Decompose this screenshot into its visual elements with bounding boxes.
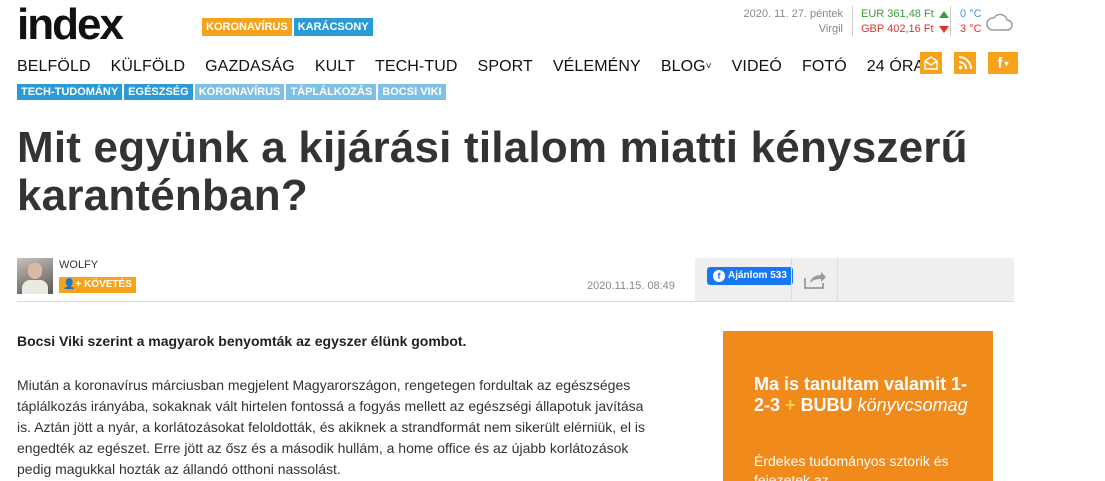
nav-tech-tud[interactable]: TECH-TUD bbox=[375, 56, 458, 78]
nav-blog[interactable]: BLOG˅ bbox=[661, 56, 712, 78]
temp-high: 3 °C bbox=[960, 23, 982, 35]
name-day: Virgil bbox=[818, 23, 843, 35]
divider bbox=[950, 6, 951, 36]
nav-video[interactable]: VIDEÓ bbox=[732, 56, 782, 78]
nav-icons: f ▾ bbox=[920, 52, 1018, 74]
tag-egeszseg[interactable]: EGÉSZSÉG bbox=[124, 84, 193, 100]
tag-tech-tudomany[interactable]: TECH-TUDOMÁNY bbox=[17, 84, 123, 100]
nav-kulfold[interactable]: KÜLFÖLD bbox=[111, 56, 186, 78]
trend-up-icon bbox=[938, 11, 949, 18]
promo-subtitle: Érdekes tudományos sztorik és fejezetek … bbox=[754, 453, 949, 481]
date-block: 2020. 11. 27. péntek Virgil bbox=[700, 7, 844, 37]
divider bbox=[837, 258, 838, 302]
article-tags: TECH-TUDOMÁNY EGÉSZSÉG KORONAVÍRUS TÁPLÁ… bbox=[17, 84, 446, 100]
promo-banner[interactable]: Ma is tanultam valamit 1-2-3 + BUBU köny… bbox=[723, 331, 993, 481]
rss-icon[interactable] bbox=[954, 52, 976, 74]
share-icon[interactable] bbox=[803, 270, 827, 290]
hot-tag-koronavirus[interactable]: KORONAVÍRUS bbox=[202, 18, 292, 36]
avatar[interactable] bbox=[17, 258, 53, 294]
eur-rate: EUR 361,48 Ft bbox=[861, 8, 934, 20]
article-body: Miután a koronavírus márciusban megjelen… bbox=[17, 377, 645, 477]
add-user-icon: 👤+ bbox=[63, 279, 85, 290]
tag-bocsi-viki[interactable]: BOCSI VIKI bbox=[378, 84, 446, 100]
nav-blog-label: BLOG bbox=[660, 58, 706, 75]
weather[interactable]: 0 °C 3 °C bbox=[960, 7, 982, 37]
nav-belfold[interactable]: BELFÖLD bbox=[17, 56, 91, 78]
chevron-down-icon: ˅ bbox=[705, 61, 712, 72]
publish-date: 2020.11.15. 08:49 bbox=[587, 280, 675, 292]
share-bar: f Ajánlom 533 bbox=[695, 258, 1014, 302]
mail-icon[interactable] bbox=[920, 52, 942, 74]
temp-low: 0 °C bbox=[960, 8, 982, 20]
follow-button[interactable]: 👤+ KÖVETÉS bbox=[59, 277, 136, 293]
gbp-rate: GBP 402,16 Ft bbox=[861, 23, 934, 35]
promo-title: Ma is tanultam valamit 1-2-3 + BUBU köny… bbox=[754, 374, 974, 416]
promo-konyvcsomag: könyvcsomag bbox=[857, 395, 968, 415]
nav-24-ora[interactable]: 24 ÓRA bbox=[867, 56, 925, 78]
hot-tags: KORONAVÍRUS KARÁCSONY bbox=[202, 18, 373, 36]
author-bar: WOLFY 👤+ KÖVETÉS 2020.11.15. 08:49 bbox=[17, 258, 695, 302]
nav-foto[interactable]: FOTÓ bbox=[802, 56, 847, 78]
main-nav: BELFÖLD KÜLFÖLD GAZDASÁG KULT TECH-TUD S… bbox=[17, 56, 944, 78]
hot-tag-karacsony[interactable]: KARÁCSONY bbox=[293, 18, 373, 36]
exchange-rates[interactable]: EUR 361,48 Ft GBP 402,16 Ft bbox=[861, 7, 949, 37]
article-title: Mit együnk a kijárási tilalom miatti kén… bbox=[17, 123, 968, 220]
facebook-icon: f bbox=[713, 270, 725, 282]
tag-koronavirus[interactable]: KORONAVÍRUS bbox=[194, 84, 285, 100]
top-bar: index KORONAVÍRUS KARÁCSONY 2020. 11. 27… bbox=[0, 0, 1105, 50]
trend-down-icon bbox=[938, 26, 949, 33]
nav-gazdasag[interactable]: GAZDASÁG bbox=[205, 56, 295, 78]
index-logo[interactable]: index bbox=[17, 3, 124, 47]
facebook-icon[interactable]: f ▾ bbox=[988, 52, 1018, 74]
nav-kult[interactable]: KULT bbox=[315, 56, 355, 78]
avatar-face bbox=[28, 263, 42, 279]
author-name[interactable]: WOLFY bbox=[59, 259, 98, 271]
current-date: 2020. 11. 27. péntek bbox=[743, 8, 844, 20]
follow-label: KÖVETÉS bbox=[84, 279, 132, 290]
divider bbox=[791, 258, 792, 302]
facebook-like-button[interactable]: f Ajánlom 533 bbox=[707, 267, 793, 285]
promo-bubu: BUBU bbox=[800, 395, 853, 415]
fb-like-label: Ajánlom 533 bbox=[728, 270, 787, 281]
article-lead: Bocsi Viki szerint a magyarok benyomták … bbox=[17, 333, 467, 349]
tag-taplalkozas[interactable]: TÁPLÁLKOZÁS bbox=[286, 84, 377, 100]
cloud-icon bbox=[986, 13, 1013, 31]
avatar-body bbox=[22, 280, 48, 294]
promo-plus: + bbox=[785, 395, 796, 415]
nav-sport[interactable]: SPORT bbox=[478, 56, 533, 78]
divider bbox=[852, 6, 853, 36]
nav-velemeny[interactable]: VÉLEMÉNY bbox=[553, 56, 641, 78]
